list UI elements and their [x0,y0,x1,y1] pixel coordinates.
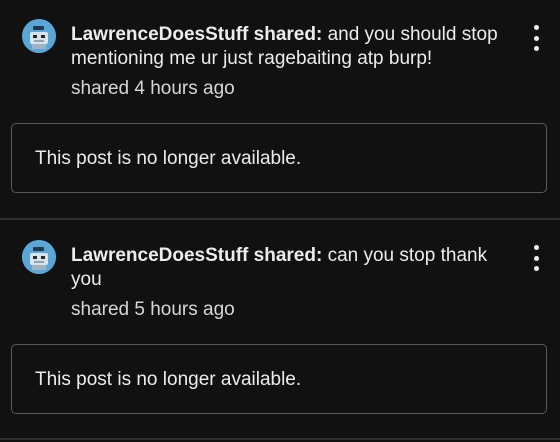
robot-avatar-icon [22,19,56,53]
post-timestamp: shared 4 hours ago [71,78,235,99]
avatar[interactable] [22,19,56,53]
more-vert-icon-dot [533,255,539,261]
author-name[interactable]: LawrenceDoesStuff shared: [71,245,322,266]
more-vert-icon-dot [533,266,539,271]
community-feed: LawrenceDoesStuff shared: and you should… [0,0,560,442]
more-vert-icon [533,245,539,250]
more-options-button[interactable] [528,25,544,51]
unavailable-message: This post is no longer available. [35,148,302,169]
more-options-button[interactable] [528,245,544,271]
shared-post: LawrenceDoesStuff shared: and you should… [0,0,560,218]
more-vert-icon [533,25,539,30]
post-text: LawrenceDoesStuff shared: can you stop t… [71,244,511,292]
unavailable-message: This post is no longer available. [35,369,302,390]
unavailable-post-card: This post is no longer available. [11,123,547,193]
divider [0,438,560,440]
unavailable-post-card: This post is no longer available. [11,344,547,414]
post-timestamp: shared 5 hours ago [71,299,235,320]
post-text: LawrenceDoesStuff shared: and you should… [71,23,511,71]
robot-avatar-icon [22,240,56,274]
author-name[interactable]: LawrenceDoesStuff shared: [71,24,322,45]
shared-post: LawrenceDoesStuff shared: can you stop t… [0,220,560,440]
more-vert-icon-dot [533,46,539,51]
avatar[interactable] [22,240,56,274]
more-vert-icon-dot [533,35,539,41]
